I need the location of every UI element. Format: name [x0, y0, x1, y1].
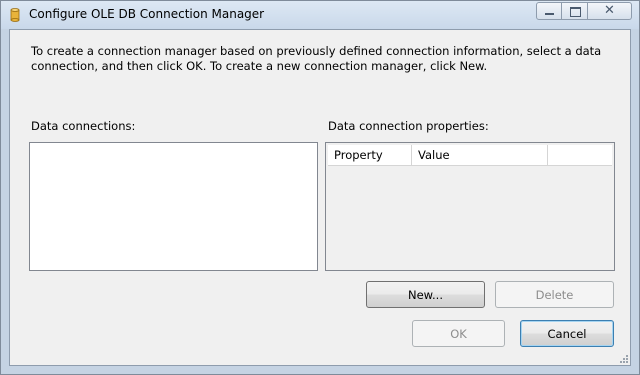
properties-grid[interactable]: Property Value	[325, 142, 615, 271]
maximize-button[interactable]	[562, 2, 588, 20]
dialog-window: Configure OLE DB Connection Manager ✕ To…	[0, 0, 640, 375]
ok-button[interactable]: OK	[412, 320, 505, 347]
delete-button[interactable]: Delete	[495, 281, 614, 308]
new-button[interactable]: New...	[366, 281, 485, 308]
cylinder-database-icon	[10, 8, 20, 22]
maximize-icon	[570, 7, 581, 17]
cancel-button[interactable]: Cancel	[520, 320, 614, 347]
grid-header-row: Property Value	[328, 145, 612, 166]
window-title: Configure OLE DB Connection Manager	[29, 7, 265, 21]
resize-grip-icon[interactable]	[619, 354, 629, 364]
column-header-value[interactable]: Value	[412, 145, 548, 165]
dialog-body: To create a connection manager based on …	[9, 29, 631, 366]
minimize-button[interactable]	[536, 2, 562, 20]
data-connection-properties-label: Data connection properties:	[328, 119, 489, 133]
instructions-text: To create a connection manager based on …	[31, 44, 602, 73]
column-header-property[interactable]: Property	[328, 145, 412, 165]
title-bar[interactable]: Configure OLE DB Connection Manager ✕	[1, 1, 639, 29]
data-connections-label: Data connections:	[31, 119, 136, 133]
data-connections-list[interactable]	[29, 142, 318, 271]
close-icon: ✕	[604, 3, 615, 18]
close-button[interactable]: ✕	[588, 2, 632, 20]
